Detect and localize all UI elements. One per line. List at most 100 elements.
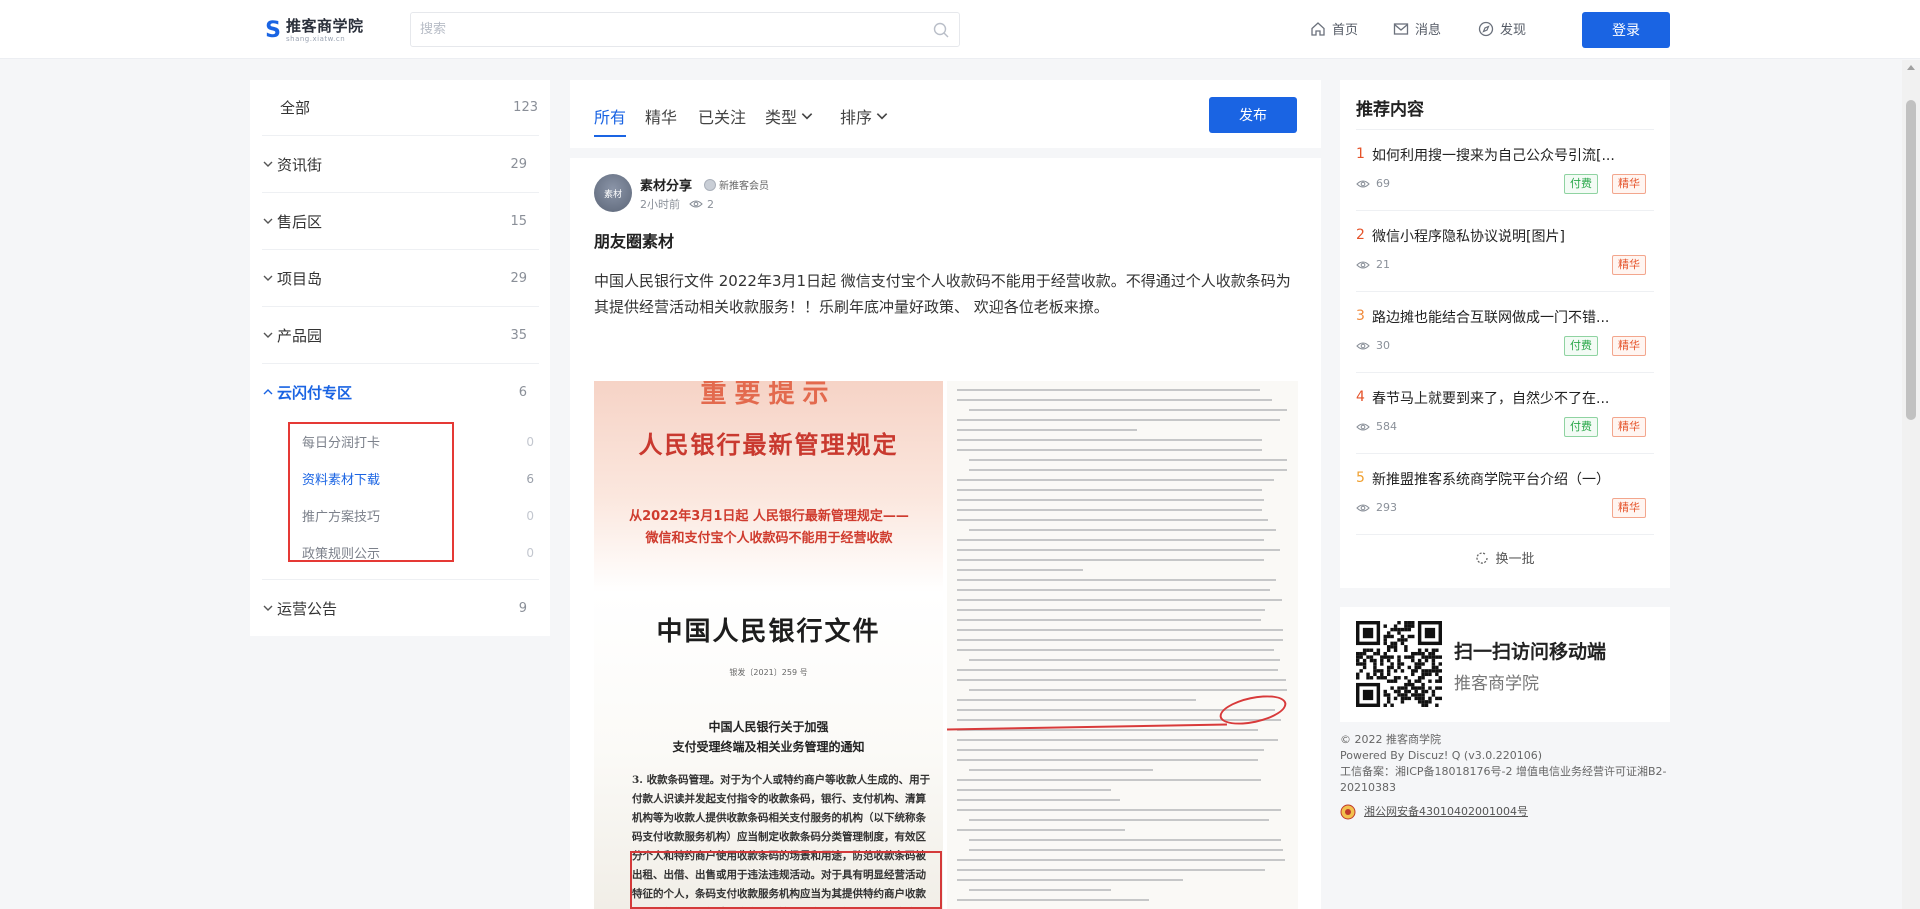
sidebar-item-projects[interactable]: 项目岛 29 <box>262 249 539 306</box>
doc-text-line <box>957 649 1274 651</box>
sidebar-item-aftersales[interactable]: 售后区 15 <box>262 192 539 249</box>
doc-text-line <box>957 509 1262 511</box>
paid-tag: 付费 <box>1564 336 1598 356</box>
qr-module <box>1383 703 1387 707</box>
police-link[interactable]: 湘公网安备43010402001004号 <box>1364 804 1528 820</box>
sidebar-item-unionpay[interactable]: 云闪付专区 6 <box>262 363 539 420</box>
qr-module <box>1380 669 1384 673</box>
recommend-item[interactable]: 4 春节马上就要到来了，自然少不了在... 584 付费 精华 <box>1356 372 1654 453</box>
qr-module <box>1431 648 1436 652</box>
tab-label: 类型 <box>765 108 798 127</box>
recommend-item-title[interactable]: 微信小程序隐私协议说明[图片] <box>1372 226 1565 246</box>
scroll-up-arrow[interactable] <box>1907 65 1915 70</box>
recommend-item-title[interactable]: 路边摊也能结合互联网做成一门不错... <box>1372 307 1609 327</box>
recommend-item-title[interactable]: 如何利用搜一搜来为自己公众号引流[... <box>1372 145 1615 165</box>
chevron-up-icon <box>263 389 273 395</box>
tab-all[interactable]: 所有 <box>594 104 627 137</box>
qr-module <box>1435 669 1439 673</box>
post-meta: 2小时前 2 <box>640 196 714 212</box>
powered-by[interactable]: Powered By Discuz! Q (v3.0.220106) <box>1340 748 1670 764</box>
qr-module <box>1383 676 1387 680</box>
qr-module <box>1411 621 1415 625</box>
qr-module <box>1393 627 1398 632</box>
logo-subtitle: shang.xiatw.cn <box>286 34 346 43</box>
recommend-item-title[interactable]: 新推盟推客系统商学院平台介绍（一） <box>1372 469 1610 489</box>
scroll-thumb[interactable] <box>1906 100 1916 420</box>
qr-module <box>1397 689 1401 694</box>
publish-button[interactable]: 发布 <box>1209 97 1297 133</box>
qr-module <box>1380 655 1384 659</box>
subitem-count: 0 <box>526 434 534 449</box>
nav-home[interactable]: 首页 <box>1310 19 1358 38</box>
avatar[interactable]: 素材 <box>594 174 632 212</box>
post-card[interactable]: 素材 素材分享 新推客会员 2小时前 2 朋友圈素材 中国人民银行文件 2022… <box>570 158 1321 909</box>
qr-module <box>1411 669 1415 673</box>
image-red-text: 从2022年3月1日起 人民银行最新管理规定—— 微信和支付宝个人收款码不能用于… <box>629 509 909 546</box>
qr-module <box>1417 665 1422 670</box>
subitem-count: 6 <box>526 471 534 486</box>
post-image-notice[interactable]: 重要提示 人民银行最新管理规定 从2022年3月1日起 人民银行最新管理规定——… <box>594 381 943 909</box>
qr-module <box>1383 634 1387 639</box>
recommend-item[interactable]: 3 路边摊也能结合互联网做成一门不错... 30 付费 精华 <box>1356 291 1654 372</box>
qr-module <box>1404 638 1408 642</box>
qr-module <box>1400 693 1405 697</box>
qr-module <box>1424 672 1429 677</box>
nav-messages[interactable]: 消息 <box>1393 19 1441 38</box>
qr-module <box>1414 686 1418 690</box>
copyright: © 2022 推客商学院 <box>1340 733 1441 746</box>
recommend-item[interactable]: 1 如何利用搜一搜来为自己公众号引流[... 69 付费 精华 <box>1356 129 1654 210</box>
post-image-document[interactable] <box>947 381 1298 909</box>
doc-text-line <box>957 829 1126 831</box>
chevron-down-icon <box>263 218 273 224</box>
mail-icon <box>1393 22 1409 35</box>
login-button[interactable]: 登录 <box>1582 12 1670 48</box>
qr-module <box>1411 672 1415 677</box>
refresh-button[interactable]: 换一批 <box>1340 548 1670 567</box>
sidebar-item-announcements[interactable]: 运营公告 9 <box>262 579 539 636</box>
doc-text-line <box>957 399 1273 401</box>
qr-module <box>1362 689 1374 701</box>
post-title[interactable]: 朋友圈素材 <box>594 228 674 252</box>
qr-module <box>1386 634 1391 639</box>
post-body: 中国人民银行文件 2022年3月1日起 微信支付宝个人收款码不能用于经营收款。不… <box>594 272 1291 316</box>
icp-record[interactable]: 工信备案：湘ICP备18018176号-2 增值电信业务经营许可证湘B2-202… <box>1340 764 1670 796</box>
qr-module <box>1400 662 1405 666</box>
qr-module <box>1404 627 1408 632</box>
recommend-item[interactable]: 5 新推盟推客系统商学院平台介绍（一） 293 精华 <box>1356 453 1654 534</box>
qr-module <box>1356 655 1360 659</box>
recommend-item-title[interactable]: 春节马上就要到来了，自然少不了在... <box>1372 388 1609 408</box>
qr-module <box>1386 648 1391 652</box>
qr-module <box>1411 624 1415 628</box>
qr-module <box>1404 689 1408 694</box>
qr-module <box>1421 693 1425 697</box>
tab-type[interactable]: 类型 <box>765 104 814 128</box>
sidebar-item-all[interactable]: 全部 123 <box>250 80 550 135</box>
tab-sort[interactable]: 排序 <box>840 104 889 128</box>
qr-module <box>1424 689 1429 694</box>
tab-following[interactable]: 已关注 <box>698 104 746 128</box>
qr-module <box>1414 679 1418 683</box>
sidebar-item-count: 9 <box>518 600 527 616</box>
author-name[interactable]: 素材分享 <box>640 175 692 194</box>
search-input[interactable] <box>411 13 911 46</box>
sidebar-item-products[interactable]: 产品园 35 <box>262 306 539 363</box>
qr-module <box>1411 658 1415 663</box>
paid-tag: 付费 <box>1564 174 1598 194</box>
nav-discover[interactable]: 发现 <box>1478 19 1526 38</box>
search-icon[interactable] <box>933 22 949 38</box>
qr-module <box>1366 655 1370 659</box>
sidebar-item-news[interactable]: 资讯街 29 <box>262 135 539 192</box>
doc-text-line <box>957 489 1263 491</box>
doc-text-line <box>957 639 1283 641</box>
qr-module <box>1383 651 1387 656</box>
site-logo[interactable]: S 推客商学院 shang.xiatw.cn <box>262 16 382 44</box>
qr-module <box>1404 686 1408 690</box>
category-sidebar: 全部 123 资讯街 29 售后区 15 项目岛 29 产品园 35 云闪付专区… <box>250 80 550 636</box>
qr-module <box>1397 627 1401 632</box>
qr-module <box>1390 665 1394 670</box>
qr-module <box>1393 641 1398 646</box>
tab-featured[interactable]: 精华 <box>645 104 677 128</box>
page-scrollbar[interactable] <box>1902 60 1920 909</box>
recommend-item[interactable]: 2 微信小程序隐私协议说明[图片] 21 精华 <box>1356 210 1654 291</box>
sidebar-item-label: 项目岛 <box>277 269 323 288</box>
